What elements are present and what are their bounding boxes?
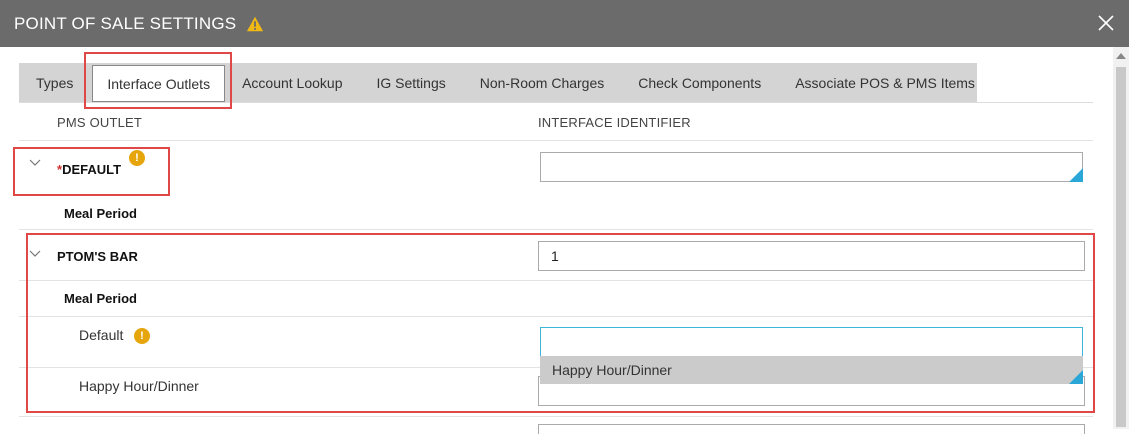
scroll-up-icon[interactable] xyxy=(1116,53,1126,59)
warning-triangle-icon xyxy=(247,16,264,31)
scrollbar[interactable] xyxy=(1113,47,1129,429)
scroll-thumb[interactable] xyxy=(1116,67,1126,427)
tab-associate-pos-pms-items[interactable]: Associate POS & PMS Items xyxy=(778,63,992,102)
title-bar: POINT OF SALE SETTINGS xyxy=(0,0,1129,47)
tab-check-components[interactable]: Check Components xyxy=(621,63,778,102)
tab-types[interactable]: Types xyxy=(19,63,90,102)
close-icon[interactable] xyxy=(1097,14,1115,32)
identifier-input-default[interactable] xyxy=(540,152,1083,182)
highlight-interface-outlets-tab xyxy=(84,52,232,109)
meal-period-label: Meal Period xyxy=(64,206,137,221)
highlight-ptoms-bar-section xyxy=(26,233,1095,413)
tab-non-room-charges[interactable]: Non-Room Charges xyxy=(463,63,622,102)
tab-ig-settings[interactable]: IG Settings xyxy=(359,63,462,102)
highlight-default-outlet xyxy=(13,147,170,196)
column-header-pms-outlet: PMS OUTLET xyxy=(57,115,143,130)
tab-account-lookup[interactable]: Account Lookup xyxy=(225,63,359,102)
resize-corner-icon xyxy=(1069,168,1083,182)
divider xyxy=(19,229,1093,230)
divider xyxy=(19,416,1093,417)
identifier-input-next[interactable] xyxy=(538,424,1085,434)
divider xyxy=(19,140,1093,141)
column-header-interface-identifier: INTERFACE IDENTIFIER xyxy=(538,115,691,130)
window-title: POINT OF SALE SETTINGS xyxy=(14,13,237,33)
